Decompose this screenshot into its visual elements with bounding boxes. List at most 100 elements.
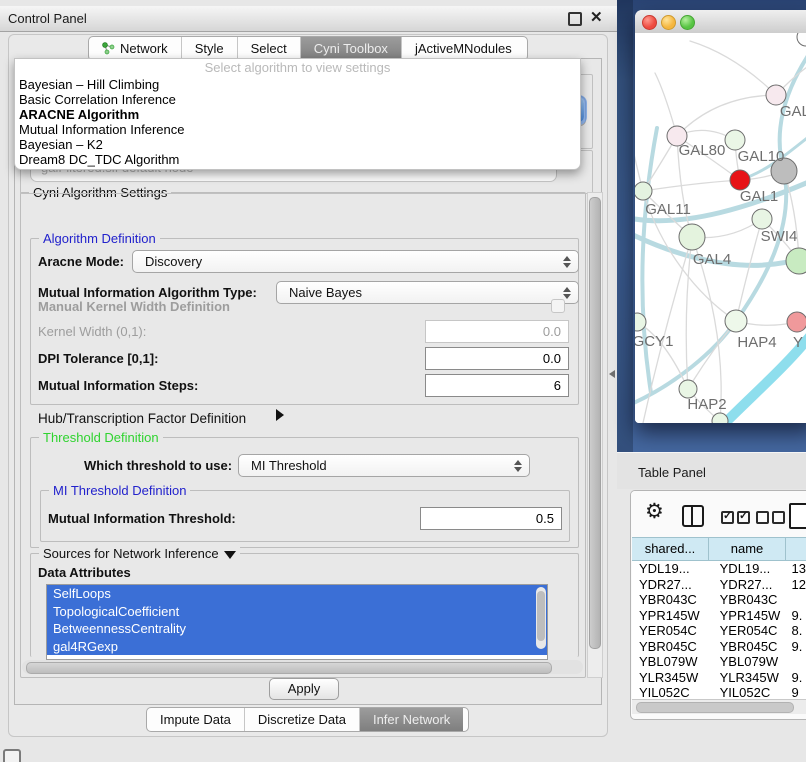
attribute-list-item[interactable]: SelfLoops	[47, 585, 547, 603]
control-panel-titlebar: Control Panel ✕	[0, 6, 617, 32]
algorithm-popup-item[interactable]: Bayesian – K2	[15, 137, 580, 152]
which-threshold-combobox[interactable]: MI Threshold	[238, 454, 530, 477]
column-header-cut[interactable]	[786, 538, 806, 560]
table-horizontal-scrollbar[interactable]	[632, 699, 806, 714]
algorithm-popup-item[interactable]: Basic Correlation Inference	[15, 92, 580, 107]
algorithm-popup-item[interactable]: ARACNE Algorithm	[15, 107, 580, 122]
columns-icon[interactable]	[682, 505, 704, 527]
algorithm-popup-list: Bayesian – Hill ClimbingBasic Correlatio…	[15, 77, 580, 167]
node-Y-cut[interactable]	[787, 312, 806, 332]
node-GAL4[interactable]	[679, 224, 705, 250]
tab-impute-data[interactable]: Impute Data	[147, 708, 245, 731]
table-cell: YDL19...	[632, 561, 713, 577]
mi-algorithm-type-label: Mutual Information Algorithm Type:	[38, 285, 257, 300]
algorithm-popup-item[interactable]: Dream8 DC_TDC Algorithm	[15, 152, 580, 167]
float-window-icon[interactable]	[568, 12, 582, 26]
network-node-label: GAL80	[679, 142, 726, 159]
aracne-mode-label: Aracne Mode:	[38, 254, 124, 269]
minimized-panel-icon[interactable]	[3, 749, 21, 762]
settings-vertical-scrollbar[interactable]	[587, 192, 603, 678]
tab-discretize-data[interactable]: Discretize Data	[245, 708, 360, 731]
stepper-arrows-icon	[514, 460, 522, 472]
table-cell	[787, 654, 806, 670]
table-row[interactable]: YDL19...YDL19...13	[632, 561, 806, 577]
table-mode-icon[interactable]	[789, 503, 806, 529]
scrollbar-thumb[interactable]	[589, 197, 601, 649]
collapsed-arrow-icon[interactable]	[276, 409, 284, 421]
column-header-shared-name[interactable]: shared...	[632, 538, 709, 560]
table-row[interactable]: YER054CYER054C8.	[632, 623, 806, 639]
minimize-traffic-light[interactable]	[661, 15, 676, 30]
network-node-label: GAL10	[738, 148, 785, 165]
node-GAL10[interactable]	[725, 130, 745, 150]
table-row[interactable]: YIL052CYIL052C9	[632, 685, 806, 700]
column-header-name[interactable]: name	[709, 538, 786, 560]
close-traffic-light[interactable]	[642, 15, 657, 30]
settings-horizontal-scrollbar[interactable]	[22, 660, 583, 674]
network-edge[interactable]	[736, 219, 762, 321]
zoom-traffic-light[interactable]	[680, 15, 695, 30]
hub-definition-label[interactable]: Hub/Transcription Factor Definition	[38, 411, 246, 426]
mi-threshold-field[interactable]: 0.5	[420, 507, 562, 530]
algorithm-popup-item[interactable]: Mutual Information Inference	[15, 122, 580, 137]
table-row[interactable]: YLR345WYLR345W9.	[632, 670, 806, 686]
tab-style[interactable]: Style	[182, 37, 238, 60]
node-HAP4[interactable]	[725, 310, 747, 332]
node-GAL1[interactable]	[730, 170, 750, 190]
mi-steps-field[interactable]: 6	[425, 374, 569, 397]
close-icon[interactable]: ✕	[590, 8, 603, 26]
node-bottom[interactable]	[712, 413, 728, 423]
gear-icon[interactable]: ⚙	[645, 499, 664, 524]
network-node-label: GCY1	[635, 333, 673, 350]
table-cell: YER054C	[713, 623, 787, 639]
network-edge[interactable]	[642, 128, 657, 393]
control-panel-title: Control Panel	[8, 11, 87, 26]
network-node-label: HAP4	[737, 334, 776, 351]
network-canvas[interactable]: GAL8GAL80GAL10GAL1GAL11GAL4SWI4GCY1HAP4Y…	[635, 33, 806, 423]
panel-splitter-arrow[interactable]	[609, 370, 615, 378]
scrollbar-thumb[interactable]	[636, 702, 794, 713]
table-row[interactable]: YBR045CYBR045C9.	[632, 639, 806, 655]
network-edge[interactable]	[690, 41, 776, 95]
dpi-tolerance-label: DPI Tolerance [0,1]:	[38, 351, 158, 366]
node-pink-top[interactable]	[766, 85, 786, 105]
tab-jactivemnodules[interactable]: jActiveMNodules	[402, 37, 525, 60]
network-view-window[interactable]: GAL8GAL80GAL10GAL1GAL11GAL4SWI4GCY1HAP4Y…	[635, 10, 806, 423]
tab-cyni-toolbox[interactable]: Cyni Toolbox	[301, 37, 402, 60]
table-cell: YPR145W	[713, 608, 787, 624]
algorithm-popup-item[interactable]: Bayesian – Hill Climbing	[15, 77, 580, 92]
table-row[interactable]: YDR27...YDR27...12	[632, 577, 806, 593]
node-top-cut[interactable]	[797, 33, 806, 46]
table-row[interactable]: YBR043CYBR043C	[632, 592, 806, 608]
mi-algorithm-type-combobox[interactable]: Naive Bayes	[276, 281, 579, 304]
attribute-list-item[interactable]: BetweennessCentrality	[47, 620, 547, 638]
manual-kernel-width-checkbox[interactable]	[551, 299, 565, 313]
attributes-scrollbar[interactable]	[536, 587, 546, 649]
tab-network[interactable]: Network	[89, 37, 182, 60]
deselect-all-checks-icon[interactable]	[756, 511, 788, 527]
network-edge[interactable]	[643, 180, 740, 191]
node-big-green[interactable]	[786, 248, 806, 274]
expanded-arrow-icon[interactable]	[224, 551, 236, 559]
attribute-list-item[interactable]: TopologicalCoefficient	[47, 603, 547, 621]
network-edge[interactable]	[677, 95, 776, 136]
network-edge[interactable]	[635, 128, 643, 191]
aracne-mode-combobox[interactable]: Discovery	[132, 250, 579, 273]
select-all-checks-icon[interactable]	[721, 511, 753, 527]
table-body: YDL19...YDL19...13YDR27...YDR27...12YBR0…	[632, 561, 806, 700]
tab-select[interactable]: Select	[238, 37, 301, 60]
tab-infer-network[interactable]: Infer Network	[360, 708, 463, 731]
attribute-list-item[interactable]: gal4RGexp	[47, 638, 547, 656]
apply-button[interactable]: Apply	[269, 678, 339, 700]
table-cell: YBL079W	[713, 654, 787, 670]
data-attributes-list[interactable]: SelfLoopsTopologicalCoefficientBetweenne…	[46, 584, 548, 660]
table-row[interactable]: YPR145WYPR145W9.	[632, 608, 806, 624]
table-row[interactable]: YBL079WYBL079W	[632, 654, 806, 670]
node-SWI4[interactable]	[752, 209, 772, 229]
dpi-tolerance-field[interactable]: 0.0	[425, 347, 569, 370]
screen: Control Panel ✕ Network Style Select	[0, 0, 806, 762]
scrollbar-thumb[interactable]	[26, 662, 552, 674]
kernel-width-field[interactable]: 0.0	[425, 320, 569, 343]
node-GAL11[interactable]	[635, 182, 652, 200]
stepper-arrows-icon	[563, 287, 571, 299]
